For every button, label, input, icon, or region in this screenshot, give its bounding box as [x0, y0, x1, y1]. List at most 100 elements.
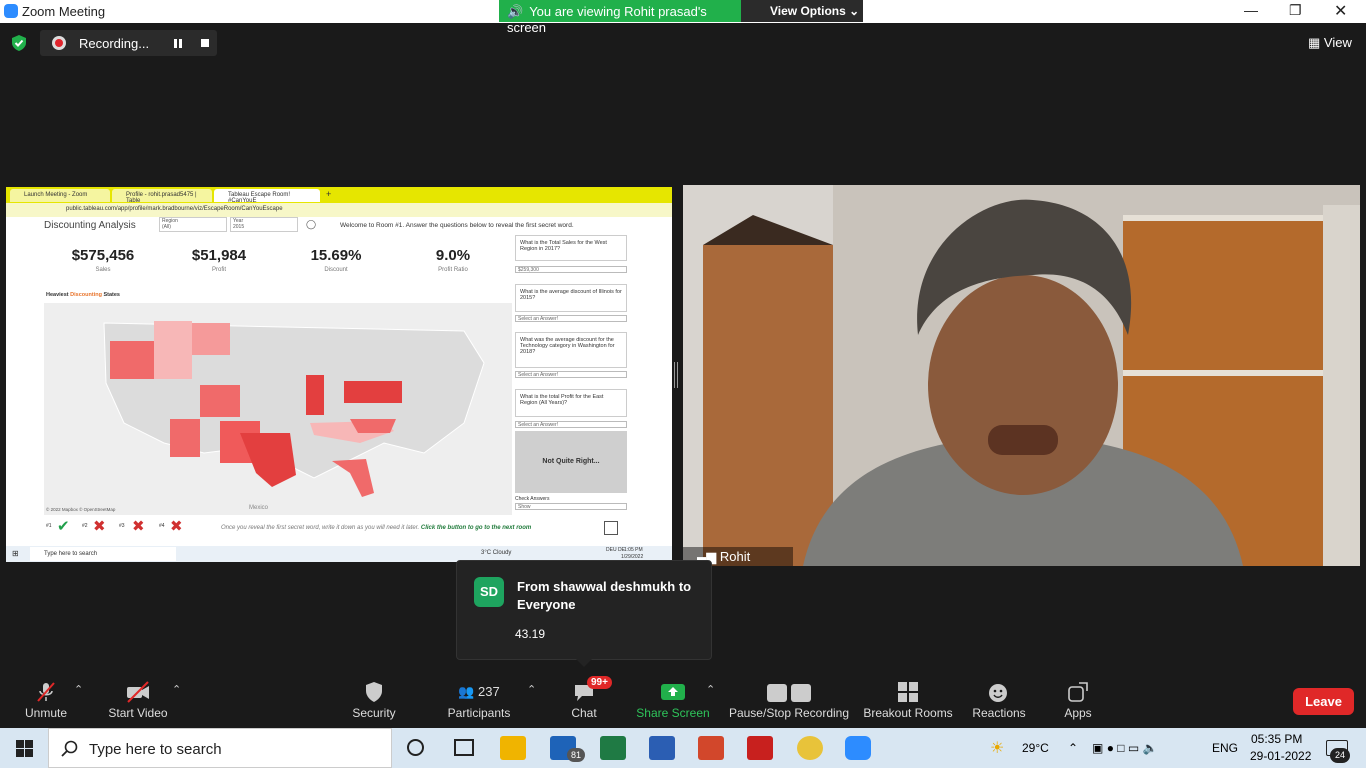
meet-now-icon: ▣: [1092, 741, 1104, 755]
welcome-text: Welcome to Room #1. Answer the questions…: [340, 222, 574, 229]
cortana-icon[interactable]: [407, 739, 424, 756]
taskbar-search-box[interactable]: Type here to search: [48, 728, 392, 768]
splitter-handle[interactable]: [674, 362, 678, 388]
word-icon[interactable]: [649, 736, 675, 760]
restore-icon[interactable]: ❐: [1289, 2, 1302, 19]
progress-label: #2: [82, 523, 88, 529]
progress-label: #4: [159, 523, 165, 529]
breakout-rooms-icon: [898, 682, 918, 702]
view-options-button[interactable]: View Options ⌄: [741, 0, 863, 22]
security-button[interactable]: Security: [346, 673, 402, 728]
browser-tab[interactable]: Launch Meeting - Zoom: [10, 189, 110, 202]
share-screen-button[interactable]: Share Screen: [636, 673, 710, 728]
map-title-part: States: [101, 292, 120, 298]
remote-weather: 3°C Cloudy: [481, 550, 512, 556]
apps-icon: [1068, 682, 1088, 702]
reactions-button[interactable]: Reactions: [970, 673, 1028, 728]
answer-4-select[interactable]: Select an Answer!: [515, 421, 627, 428]
lightbulb-icon: ◯: [306, 219, 317, 229]
remote-search-box[interactable]: Type here to search: [30, 547, 176, 561]
acrobat-icon[interactable]: [747, 736, 773, 760]
participants-button[interactable]: 👥 237 Participants: [444, 673, 514, 728]
view-button-label: View: [1323, 35, 1352, 50]
video-options-caret-icon[interactable]: ⌃: [172, 683, 181, 696]
temperature: 29°C: [1022, 741, 1049, 755]
viewing-label: You are viewing Rohit prasad's screen: [507, 4, 707, 35]
clock-date[interactable]: 29-01-2022: [1250, 749, 1311, 763]
chrome-icon[interactable]: [797, 736, 823, 760]
task-view-icon[interactable]: [454, 739, 474, 756]
participants-caret-icon[interactable]: ⌃: [527, 683, 536, 696]
check-answers-select[interactable]: Show: [515, 503, 627, 510]
share-options-caret-icon[interactable]: ⌃: [706, 683, 715, 696]
answer-1-select[interactable]: $259,300: [515, 266, 627, 273]
footer-note: Once you reveal the first secret word, w…: [221, 525, 531, 531]
clock-time[interactable]: 05:35 PM: [1251, 732, 1302, 746]
record-label: Pause/Stop Recording: [728, 706, 850, 720]
recording-icon: [52, 36, 66, 50]
start-video-button[interactable]: Start Video: [104, 673, 172, 728]
chat-notification[interactable]: SD From shawwal deshmukh to Everyone 43.…: [456, 560, 712, 660]
taskbar-search-placeholder: Type here to search: [89, 741, 222, 758]
view-options-label: View Options: [770, 4, 846, 18]
question-3: What was the average discount for the Te…: [515, 332, 627, 368]
footer-note-text: Once you reveal the first secret word, w…: [221, 525, 420, 531]
windows-start-icon[interactable]: [16, 740, 33, 757]
map-title-part: Heaviest: [46, 292, 71, 298]
pause-recording-icon[interactable]: [174, 39, 182, 48]
question-2: What is the average discount of Illinois…: [515, 284, 627, 312]
search-icon: [61, 740, 78, 757]
close-icon[interactable]: ✕: [1334, 1, 1347, 21]
zoom-taskbar-icon[interactable]: [845, 736, 871, 760]
browser-tab[interactable]: Profile - rohit.prasad5475 | Table: [112, 189, 212, 204]
screen-share-banner: 🔊 You are viewing Rohit prasad's screen: [499, 0, 741, 35]
input-language[interactable]: ENG: [1212, 741, 1238, 755]
map-title-highlight: Discounting: [70, 292, 102, 298]
mail-badge: 81: [567, 748, 585, 762]
answer-3-select[interactable]: Select an Answer!: [515, 371, 627, 378]
window-title: Zoom Meeting: [22, 4, 106, 19]
unmute-label: Unmute: [24, 706, 68, 720]
year-filter[interactable]: Year 2015: [230, 217, 298, 232]
unmute-button[interactable]: Unmute: [18, 673, 74, 728]
minimize-icon[interactable]: —: [1244, 2, 1258, 18]
apps-button[interactable]: Apps: [1058, 673, 1098, 728]
dashboard-title: Discounting Analysis: [44, 220, 136, 231]
answer-2-select[interactable]: Select an Answer!: [515, 315, 627, 322]
leave-button[interactable]: Leave: [1293, 688, 1354, 715]
address-bar[interactable]: public.tableau.com/app/profile/mark.brad…: [6, 203, 672, 217]
video-frame: [683, 185, 1360, 566]
stop-recording-icon[interactable]: [201, 39, 209, 47]
browser-tab-active[interactable]: Tableau Escape Room! #CanYouE: [214, 189, 320, 204]
new-tab-icon[interactable]: +: [326, 189, 331, 199]
tray-overflow-icon[interactable]: ⌃: [1068, 741, 1078, 755]
chat-message: 43.19: [515, 627, 546, 641]
shared-screen: Launch Meeting - Zoom Profile - rohit.pr…: [6, 187, 672, 562]
cross-icon: ✖: [93, 518, 106, 535]
zoom-logo-icon: [4, 4, 18, 18]
breakout-rooms-button[interactable]: Breakout Rooms: [862, 673, 954, 728]
progress-label: #3: [119, 523, 125, 529]
powerpoint-icon[interactable]: [698, 736, 724, 760]
region-filter[interactable]: Region (All): [159, 217, 227, 232]
footer-link[interactable]: Click the button to go to the next room: [421, 525, 531, 531]
stop-icon: [790, 683, 811, 702]
file-explorer-icon[interactable]: [500, 736, 526, 760]
video-off-icon: [127, 681, 149, 703]
kpi-discount-value: 15.69%: [310, 247, 362, 264]
speaker-icon: 🔊: [507, 4, 524, 19]
excel-icon[interactable]: [600, 736, 626, 760]
tray-icons[interactable]: ▣ ● □ ▭ 🔈: [1092, 741, 1158, 755]
map-country-label: Mexico: [249, 505, 269, 511]
view-button[interactable]: ▦ View: [1308, 35, 1352, 51]
record-controls-icons: [764, 681, 814, 703]
sender-avatar: SD: [474, 577, 504, 607]
pause-stop-recording-button[interactable]: Pause/Stop Recording: [728, 673, 850, 728]
audio-options-caret-icon[interactable]: ⌃: [74, 683, 83, 696]
recording-label: Recording...: [79, 36, 150, 51]
kpi-sales-value: $575,456: [71, 247, 135, 264]
windows-start-icon[interactable]: ⊞: [12, 549, 19, 558]
us-discount-map[interactable]: Mexico © 2022 Mapbox © OpenStreetMap: [44, 303, 512, 515]
apps-label: Apps: [1064, 706, 1092, 720]
next-room-icon[interactable]: [604, 521, 618, 535]
